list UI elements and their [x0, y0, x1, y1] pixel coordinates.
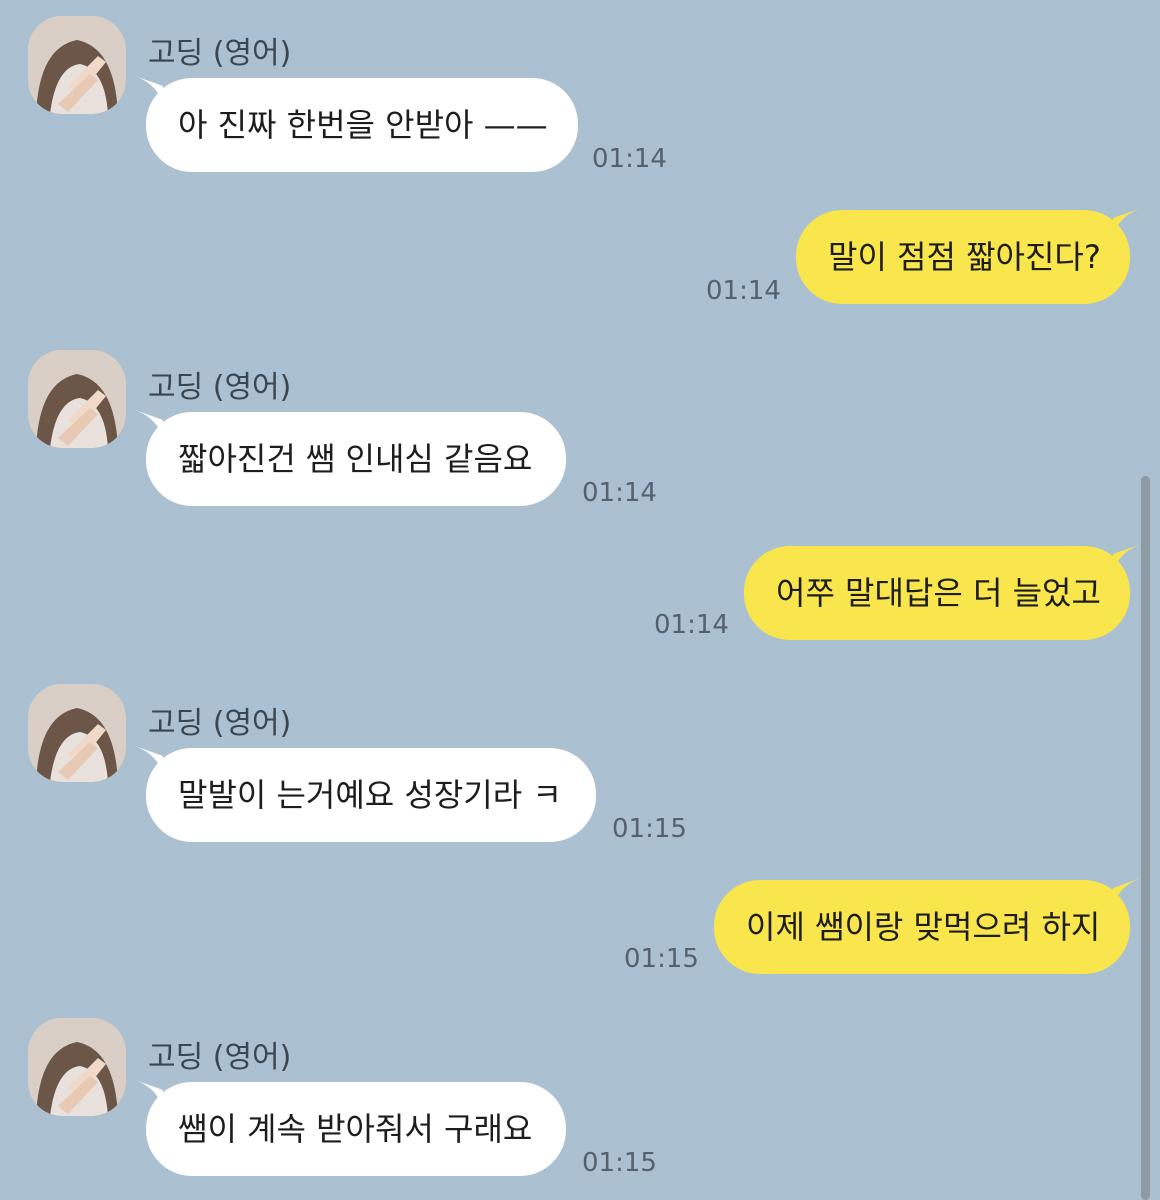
avatar[interactable] [28, 350, 126, 448]
message-time: 01:14 [592, 144, 667, 174]
message-time: 01:15 [612, 814, 687, 844]
message-bubble[interactable]: 아 진짜 한번을 안받아 —— [146, 78, 578, 172]
avatar[interactable] [28, 16, 126, 114]
scrollbar[interactable] [1141, 476, 1150, 1200]
bubble-tail [1113, 208, 1141, 236]
sender-name: 고딩 (영어) [148, 370, 292, 405]
message-time: 01:14 [582, 478, 657, 508]
message-bubble[interactable]: 이제 쌤이랑 맞먹으려 하지 [714, 880, 1130, 974]
bubble-tail [1113, 878, 1141, 906]
message-time: 01:15 [624, 944, 699, 974]
sender-name: 고딩 (영어) [148, 1040, 292, 1075]
sender-name: 고딩 (영어) [148, 36, 292, 71]
message-bubble[interactable]: 말이 점점 짧아진다? [796, 210, 1130, 304]
message-time: 01:15 [582, 1148, 657, 1178]
bubble-tail [1113, 544, 1141, 572]
message-bubble[interactable]: 짧아진건 쌤 인내심 같음요 [146, 412, 566, 506]
message-time: 01:14 [706, 276, 781, 306]
chat-screen: 고딩 (영어) 아 진짜 한번을 안받아 —— 01:14 01:14 말이 점… [0, 0, 1160, 1200]
message-bubble[interactable]: 쌤이 계속 받아줘서 구래요 [146, 1082, 566, 1176]
message-time: 01:14 [654, 610, 729, 640]
sender-name: 고딩 (영어) [148, 706, 292, 741]
avatar[interactable] [28, 684, 126, 782]
message-bubble[interactable]: 말발이 는거예요 성장기라 ㅋ [146, 748, 596, 842]
avatar[interactable] [28, 1018, 126, 1116]
message-bubble[interactable]: 어쭈 말대답은 더 늘었고 [744, 546, 1130, 640]
